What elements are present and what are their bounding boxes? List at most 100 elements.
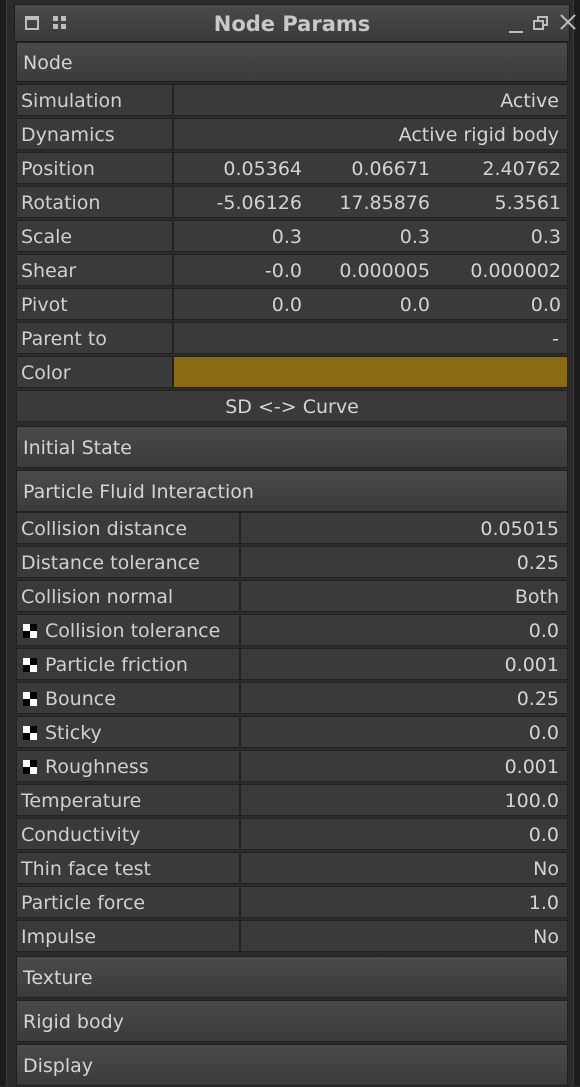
param-row-particle-force: Particle force 1.0 <box>16 886 568 920</box>
position-z-field[interactable]: 2.40762 <box>430 153 561 183</box>
param-label: Parent to <box>16 322 173 354</box>
shear-x-field[interactable]: -0.0 <box>174 255 302 285</box>
dynamics-dropdown[interactable]: Active rigid body <box>173 118 568 150</box>
param-label-with-map: Collision tolerance <box>16 614 240 646</box>
param-row-shear: Shear -0.0 0.000005 0.000002 <box>16 254 568 288</box>
param-row-roughness: Roughness 0.001 <box>16 750 568 784</box>
float-icon[interactable] <box>533 16 548 30</box>
param-row-particle-friction: Particle friction 0.001 <box>16 648 568 682</box>
param-label: Dynamics <box>16 118 173 150</box>
param-row-distance-tolerance: Distance tolerance 0.25 <box>16 546 568 580</box>
particle-friction-field[interactable]: 0.001 <box>240 648 568 680</box>
rotation-z-field[interactable]: 5.3561 <box>430 187 561 217</box>
position-y-field[interactable]: 0.06671 <box>302 153 430 183</box>
param-row-impulse: Impulse No <box>16 920 568 954</box>
param-row-dynamics: Dynamics Active rigid body <box>16 118 568 152</box>
param-label-with-map: Sticky <box>16 716 240 748</box>
section-initial-state[interactable]: Initial State <box>16 426 568 468</box>
bounce-field[interactable]: 0.25 <box>240 682 568 714</box>
section-node[interactable]: Node <box>16 42 568 82</box>
param-row-parent-to: Parent to - <box>16 322 568 356</box>
param-label: Distance tolerance <box>16 546 240 578</box>
param-row-pivot: Pivot 0.0 0.0 0.0 <box>16 288 568 322</box>
temperature-field[interactable]: 100.0 <box>240 784 568 816</box>
rotation-y-field[interactable]: 17.85876 <box>302 187 430 217</box>
impulse-dropdown[interactable]: No <box>240 920 568 952</box>
pivot-y-field[interactable]: 0.0 <box>302 289 430 319</box>
param-label: Sticky <box>45 722 102 744</box>
param-label: Particle friction <box>45 654 188 676</box>
shear-z-field[interactable]: 0.000002 <box>430 255 561 285</box>
vector-field: 0.0 0.0 0.0 <box>173 288 568 320</box>
texture-map-icon[interactable] <box>23 658 37 672</box>
param-row-conductivity: Conductivity 0.0 <box>16 818 568 852</box>
vector-field: 0.05364 0.06671 2.40762 <box>173 152 568 184</box>
pivot-x-field[interactable]: 0.0 <box>174 289 302 319</box>
close-icon[interactable] <box>559 13 577 31</box>
section-particle-fluid-interaction[interactable]: Particle Fluid Interaction <box>16 470 568 512</box>
sd-curve-button[interactable]: SD <-> Curve <box>16 390 568 422</box>
thin-face-test-dropdown[interactable]: No <box>240 852 568 884</box>
minimize-icon[interactable] <box>509 31 523 33</box>
param-row-simulation: Simulation Active <box>16 84 568 118</box>
texture-map-icon[interactable] <box>23 726 37 740</box>
particle-force-field[interactable]: 1.0 <box>240 886 568 918</box>
param-label: Collision tolerance <box>45 620 221 642</box>
param-row-collision-normal: Collision normal Both <box>16 580 568 614</box>
param-label: Impulse <box>16 920 240 952</box>
param-label: Simulation <box>16 84 173 116</box>
param-label-with-map: Roughness <box>16 750 240 782</box>
roughness-field[interactable]: 0.001 <box>240 750 568 782</box>
param-label-with-map: Bounce <box>16 682 240 714</box>
section-display[interactable]: Display <box>16 1044 568 1086</box>
rotation-x-field[interactable]: -5.06126 <box>174 187 302 217</box>
collision-normal-dropdown[interactable]: Both <box>240 580 568 612</box>
vector-field: 0.3 0.3 0.3 <box>173 220 568 252</box>
param-label: Collision distance <box>16 512 240 544</box>
param-row-color: Color <box>16 356 568 390</box>
pivot-z-field[interactable]: 0.0 <box>430 289 561 319</box>
param-row-scale: Scale 0.3 0.3 0.3 <box>16 220 568 254</box>
panel-titlebar[interactable]: Node Params <box>14 4 576 42</box>
param-row-collision-tolerance: Collision tolerance 0.0 <box>16 614 568 648</box>
param-label: Bounce <box>45 688 116 710</box>
sticky-field[interactable]: 0.0 <box>240 716 568 748</box>
param-row-position: Position 0.05364 0.06671 2.40762 <box>16 152 568 186</box>
section-texture[interactable]: Texture <box>16 956 568 998</box>
distance-tolerance-field[interactable]: 0.25 <box>240 546 568 578</box>
vector-field: -5.06126 17.85876 5.3561 <box>173 186 568 218</box>
panel-title: Node Params <box>213 12 371 36</box>
param-label: Shear <box>16 254 173 286</box>
shear-y-field[interactable]: 0.000005 <box>302 255 430 285</box>
scale-y-field[interactable]: 0.3 <box>302 221 430 251</box>
collision-distance-field[interactable]: 0.05015 <box>240 512 568 544</box>
section-rigid-body[interactable]: Rigid body <box>16 1000 568 1042</box>
param-row-rotation: Rotation -5.06126 17.85876 5.3561 <box>16 186 568 220</box>
param-row-temperature: Temperature 100.0 <box>16 784 568 818</box>
param-row-bounce: Bounce 0.25 <box>16 682 568 716</box>
param-row-sticky: Sticky 0.0 <box>16 716 568 750</box>
right-dock-edge <box>573 0 580 1086</box>
simulation-dropdown[interactable]: Active <box>173 84 568 116</box>
param-label: Temperature <box>16 784 240 816</box>
scale-z-field[interactable]: 0.3 <box>430 221 561 251</box>
position-x-field[interactable]: 0.05364 <box>174 153 302 183</box>
texture-map-icon[interactable] <box>23 624 37 638</box>
param-label: Position <box>16 152 173 184</box>
left-dock-edge <box>0 0 7 1086</box>
param-row-collision-distance: Collision distance 0.05015 <box>16 512 568 546</box>
param-label: Rotation <box>16 186 173 218</box>
param-label: Scale <box>16 220 173 252</box>
color-swatch[interactable] <box>173 356 568 388</box>
param-label: Color <box>16 356 173 388</box>
texture-map-icon[interactable] <box>23 760 37 774</box>
parent-to-field[interactable]: - <box>173 322 568 354</box>
scale-x-field[interactable]: 0.3 <box>174 221 302 251</box>
vector-field: -0.0 0.000005 0.000002 <box>173 254 568 286</box>
param-row-thin-face-test: Thin face test No <box>16 852 568 886</box>
param-label: Thin face test <box>16 852 240 884</box>
collision-tolerance-field[interactable]: 0.0 <box>240 614 568 646</box>
texture-map-icon[interactable] <box>23 692 37 706</box>
param-label: Conductivity <box>16 818 240 850</box>
conductivity-field[interactable]: 0.0 <box>240 818 568 850</box>
